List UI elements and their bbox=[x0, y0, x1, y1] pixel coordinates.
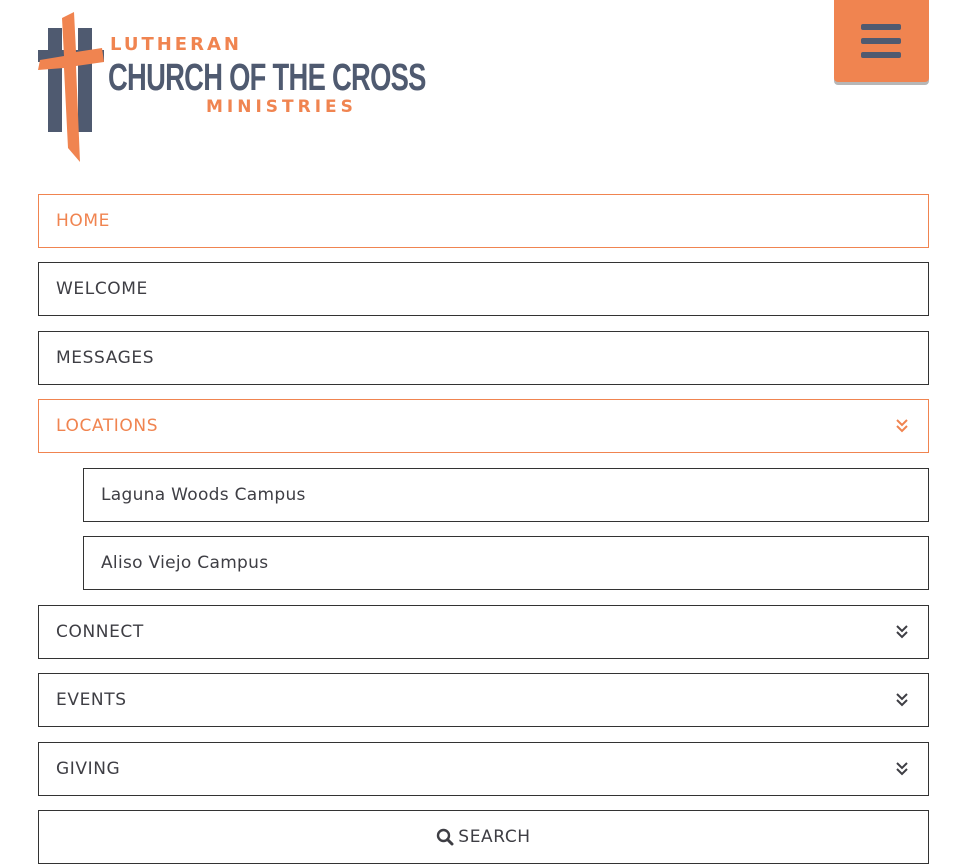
nav-item-label: Laguna Woods Campus bbox=[101, 485, 306, 505]
logo-line-ministries: MINISTRIES bbox=[206, 97, 357, 117]
search-label: SEARCH bbox=[458, 827, 531, 847]
nav-subitem-aliso-viejo[interactable]: Aliso Viejo Campus bbox=[83, 536, 929, 590]
nav-item-label: MESSAGES bbox=[56, 348, 155, 368]
logo-line-church: CHURCH OF THE CROSS bbox=[108, 57, 426, 99]
nav-item-welcome[interactable]: WELCOME bbox=[38, 262, 929, 316]
nav-item-home[interactable]: HOME bbox=[38, 194, 929, 248]
nav-item-label: EVENTS bbox=[56, 690, 127, 710]
logo-line-lutheran: LUTHERAN bbox=[110, 34, 242, 55]
cross-logo-icon bbox=[38, 12, 104, 162]
nav-item-label: CONNECT bbox=[56, 622, 144, 642]
nav-item-events[interactable]: EVENTS bbox=[38, 673, 929, 727]
double-chevron-down-icon[interactable] bbox=[894, 623, 910, 641]
site-logo[interactable]: LUTHERAN CHURCH OF THE CROSS MINISTRIES bbox=[36, 10, 426, 165]
nav-item-label: HOME bbox=[56, 211, 110, 231]
nav-item-label: GIVING bbox=[56, 759, 121, 779]
nav-item-connect[interactable]: CONNECT bbox=[38, 605, 929, 659]
nav-item-label: WELCOME bbox=[56, 279, 148, 299]
nav-item-locations[interactable]: LOCATIONS bbox=[38, 399, 929, 453]
menu-toggle-button[interactable] bbox=[834, 0, 929, 82]
double-chevron-down-icon[interactable] bbox=[894, 760, 910, 778]
double-chevron-down-icon[interactable] bbox=[894, 691, 910, 709]
search-icon bbox=[437, 828, 454, 846]
search-button[interactable]: SEARCH bbox=[38, 810, 929, 864]
nav-item-label: Aliso Viejo Campus bbox=[101, 553, 269, 573]
double-chevron-down-icon[interactable] bbox=[894, 417, 910, 435]
nav-subitem-laguna-woods[interactable]: Laguna Woods Campus bbox=[83, 468, 929, 522]
nav-item-messages[interactable]: MESSAGES bbox=[38, 331, 929, 385]
nav-item-giving[interactable]: GIVING bbox=[38, 742, 929, 796]
nav-item-label: LOCATIONS bbox=[56, 416, 159, 436]
